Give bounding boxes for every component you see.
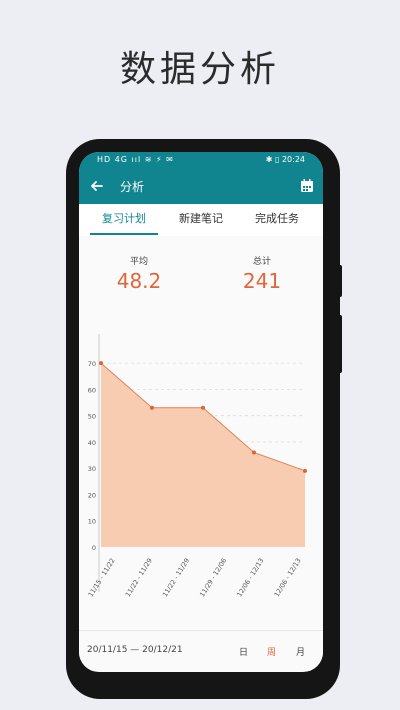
date-range[interactable]: 20/11/15 — 20/12/21 [87,645,183,655]
x-tick-label: 11/22 - 11/29 [124,557,154,599]
stat-total-label: 总计 [252,257,271,267]
x-tick-label: 11/15 - 11/22 [87,557,117,599]
x-tick-label: 11/22 - 11/29 [161,557,191,599]
y-tick-label: 70 [88,360,96,368]
tab-indicator [90,233,158,235]
y-tick-label: 50 [88,413,96,421]
power-button [338,265,342,297]
tab-new-note[interactable]: 新建笔记 [167,204,235,236]
data-point [99,361,103,366]
area-chart: 01020304050607011/15 - 11/22 11/22 - 11/2… [87,334,307,599]
stat-average: 平均 48.2 [89,254,189,293]
status-bar: HD 4G ııl ≋ ⚡ ✉ ✱ ▯ 20:24 [79,152,323,168]
app-bar: 分析 [79,168,323,204]
stats-panel: 平均 48.2 总计 241 [79,236,323,296]
stat-total: 总计 241 [212,254,312,293]
y-tick-label: 0 [92,544,96,552]
y-tick-label: 30 [88,465,96,473]
status-icons-left: HD 4G ııl ≋ ⚡ ✉ [97,155,174,164]
y-tick-label: 40 [88,439,96,447]
x-tick-label: 12/06 - 12/13 [273,557,303,599]
data-point [252,450,256,455]
y-tick-label: 10 [88,518,96,526]
phone-screen: HD 4G ııl ≋ ⚡ ✉ ✱ ▯ 20:24 分析 复习计划 新建笔记 完… [79,152,323,672]
stat-average-label: 平均 [129,257,148,267]
banner-title: 数据分析 [119,49,280,90]
tab-bar: 复习计划 新建笔记 完成任务 [79,204,323,236]
stat-total-value: 241 [242,269,282,293]
y-tick-label: 20 [88,491,96,499]
status-clock: ✱ ▯ 20:24 [265,155,305,164]
data-point [303,468,307,473]
area-fill [101,363,305,547]
calendar-icon[interactable] [299,178,315,194]
x-tick-label: 11/29 - 12/06 [198,557,228,599]
period-month-option[interactable]: 月 [296,645,305,658]
arrow-left-icon[interactable] [87,176,107,196]
footer-bar: 20/11/15 — 20/12/21 日 周 月 [79,630,323,671]
tab-completed-tasks[interactable]: 完成任务 [243,204,311,236]
data-point [150,405,154,410]
volume-button [338,315,342,373]
period-day-option[interactable]: 日 [239,645,248,658]
page-title: 分析 [120,180,145,194]
data-point [201,405,205,410]
period-week-option[interactable]: 周 [267,645,276,658]
stat-average-value: 48.2 [116,269,162,293]
y-tick-label: 60 [88,386,96,394]
tab-review-plan[interactable]: 复习计划 [90,204,158,236]
x-tick-label: 12/06 - 12/13 [235,557,265,599]
